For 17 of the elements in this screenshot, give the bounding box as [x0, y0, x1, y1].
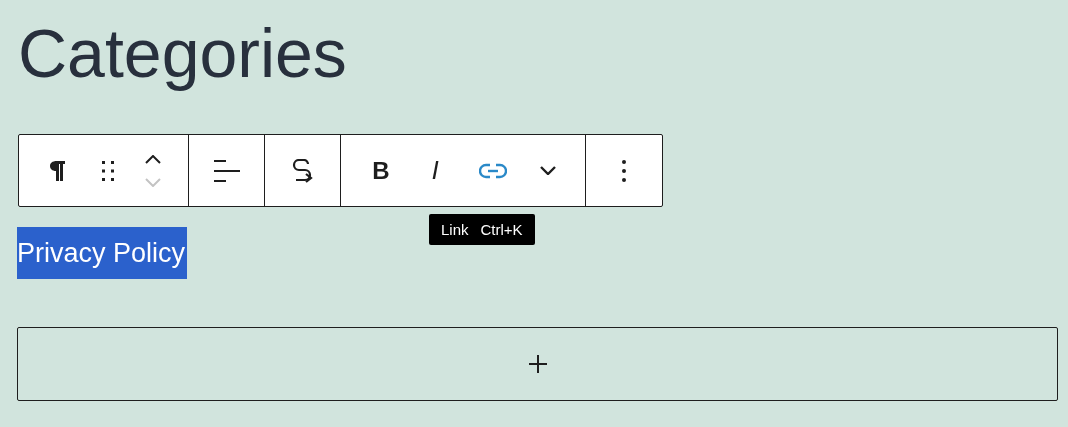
drag-handle-icon: [101, 160, 114, 181]
tooltip-label: Link: [441, 221, 469, 238]
page-heading: Categories: [17, 14, 348, 93]
chevron-down-icon: [144, 177, 161, 187]
shortcut-label: Ctrl+K: [480, 221, 523, 238]
link-icon: [479, 162, 508, 179]
add-block-button[interactable]: [17, 327, 1058, 401]
pilcrow-icon: [50, 159, 67, 182]
align-left-icon: [213, 159, 240, 182]
chevron-down-icon: [540, 166, 557, 175]
selected-text[interactable]: Privacy Policy: [17, 227, 188, 279]
move-up-button[interactable]: [144, 154, 161, 164]
plus-icon: [527, 354, 548, 374]
chevron-up-icon: [144, 154, 161, 164]
more-vertical-icon: [622, 159, 626, 182]
bold-button[interactable]: B: [365, 152, 396, 189]
italic-button[interactable]: I: [420, 152, 451, 189]
